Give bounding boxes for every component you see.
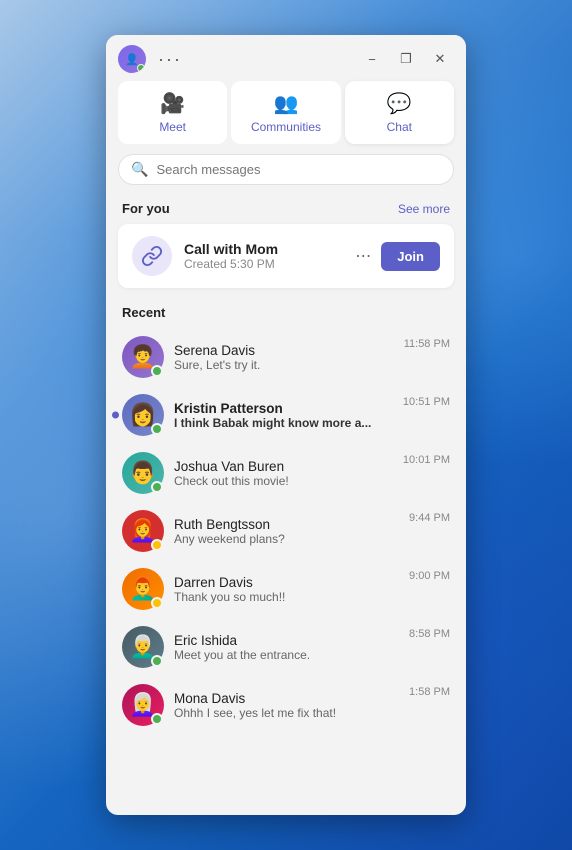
title-bar-controls: − ❐ ✕ — [358, 45, 454, 73]
contact-status-dot — [151, 655, 163, 667]
tab-chat-label: Chat — [387, 120, 412, 134]
chat-avatar-wrap: 👩‍🦳 — [122, 684, 164, 726]
call-link-icon — [132, 236, 172, 276]
chat-list-item[interactable]: 👩‍🦳 Mona Davis Ohhh I see, yes let me fi… — [106, 676, 466, 734]
chat-contact-name: Mona Davis — [174, 691, 399, 706]
chat-preview-text: Any weekend plans? — [174, 532, 399, 546]
chat-preview-text: Sure, Let's try it. — [174, 358, 394, 372]
chat-timestamp: 9:44 PM — [409, 512, 450, 524]
chat-icon: 💬 — [387, 91, 412, 116]
chat-avatar-wrap: 👩‍🦰 — [122, 510, 164, 552]
chat-list-item[interactable]: 👩‍🦰 Ruth Bengtsson Any weekend plans? 9:… — [106, 502, 466, 560]
chat-timestamp: 8:58 PM — [409, 628, 450, 640]
join-button[interactable]: Join — [381, 242, 440, 271]
chat-body: Serena Davis Sure, Let's try it. — [174, 343, 394, 372]
chat-list-item[interactable]: 👨‍🦰 Darren Davis Thank you so much!! 9:0… — [106, 560, 466, 618]
contact-status-dot — [151, 713, 163, 725]
chat-contact-name: Serena Davis — [174, 343, 394, 358]
chat-timestamp: 11:58 PM — [404, 338, 450, 350]
restore-button[interactable]: ❐ — [392, 45, 420, 73]
contact-status-dot — [151, 597, 163, 609]
chat-avatar-wrap: 🧑‍🦱 — [122, 336, 164, 378]
chat-body: Mona Davis Ohhh I see, yes let me fix th… — [174, 691, 399, 720]
chat-list-item[interactable]: 👨‍🦳 Eric Ishida Meet you at the entrance… — [106, 618, 466, 676]
chat-avatar-wrap: 👨‍🦰 — [122, 568, 164, 610]
recent-title: Recent — [122, 305, 165, 320]
call-created: Created 5:30 PM — [184, 257, 341, 271]
for-you-header: For you See more — [106, 197, 466, 224]
for-you-title: For you — [122, 201, 170, 216]
recent-header: Recent — [106, 300, 466, 328]
call-card[interactable]: Call with Mom Created 5:30 PM ⋯ Join — [118, 224, 454, 288]
call-title: Call with Mom — [184, 241, 341, 257]
search-bar: 🔍 — [118, 154, 454, 185]
chat-body: Eric Ishida Meet you at the entrance. — [174, 633, 399, 662]
chat-contact-name: Darren Davis — [174, 575, 399, 590]
chat-timestamp: 9:00 PM — [409, 570, 450, 582]
tab-communities[interactable]: 👥 Communities — [231, 81, 340, 144]
chat-preview-text: Check out this movie! — [174, 474, 393, 488]
chat-preview-text: Meet you at the entrance. — [174, 648, 399, 662]
user-status-dot — [137, 64, 145, 72]
chat-body: Darren Davis Thank you so much!! — [174, 575, 399, 604]
chat-preview-text: Ohhh I see, yes let me fix that! — [174, 706, 399, 720]
title-bar: 👤 ··· − ❐ ✕ — [106, 35, 466, 81]
contact-status-dot — [151, 365, 163, 377]
chat-list: 🧑‍🦱 Serena Davis Sure, Let's try it. 11:… — [106, 328, 466, 734]
content-area: For you See more Call with Mom Created 5… — [106, 197, 466, 815]
contact-status-dot — [151, 539, 163, 551]
chat-list-item[interactable]: 🧑‍🦱 Serena Davis Sure, Let's try it. 11:… — [106, 328, 466, 386]
chat-avatar-wrap: 👨‍🦳 — [122, 626, 164, 668]
app-window: 👤 ··· − ❐ ✕ 🎥 Meet 👥 Communities 💬 Chat … — [106, 35, 466, 815]
close-button[interactable]: ✕ — [426, 45, 454, 73]
tab-communities-label: Communities — [251, 120, 321, 134]
contact-status-dot — [151, 481, 163, 493]
chat-preview-text: Thank you so much!! — [174, 590, 399, 604]
contact-status-dot — [151, 423, 163, 435]
chat-timestamp: 10:01 PM — [403, 454, 450, 466]
chat-body: Kristin Patterson I think Babak might kn… — [174, 401, 393, 430]
title-bar-left: 👤 ··· — [118, 45, 186, 73]
user-avatar: 👤 — [118, 45, 146, 73]
call-actions: ⋯ Join — [353, 242, 440, 271]
meet-icon: 🎥 — [160, 91, 185, 116]
call-info: Call with Mom Created 5:30 PM — [184, 241, 341, 271]
communities-icon: 👥 — [274, 91, 299, 116]
search-input[interactable] — [156, 162, 441, 177]
more-options-button[interactable]: ··· — [154, 47, 186, 72]
chat-avatar-wrap: 👨 — [122, 452, 164, 494]
search-icon: 🔍 — [131, 161, 148, 178]
chat-timestamp: 1:58 PM — [409, 686, 450, 698]
chat-contact-name: Joshua Van Buren — [174, 459, 393, 474]
chat-list-item[interactable]: 👩 Kristin Patterson I think Babak might … — [106, 386, 466, 444]
tab-chat[interactable]: 💬 Chat — [345, 81, 454, 144]
chat-contact-name: Kristin Patterson — [174, 401, 393, 416]
chat-avatar-wrap: 👩 — [122, 394, 164, 436]
chat-contact-name: Eric Ishida — [174, 633, 399, 648]
chat-preview-text: I think Babak might know more a... — [174, 416, 393, 430]
nav-tabs: 🎥 Meet 👥 Communities 💬 Chat — [106, 81, 466, 154]
chat-list-item[interactable]: 👨 Joshua Van Buren Check out this movie!… — [106, 444, 466, 502]
tab-meet-label: Meet — [159, 120, 186, 134]
tab-meet[interactable]: 🎥 Meet — [118, 81, 227, 144]
chat-body: Ruth Bengtsson Any weekend plans? — [174, 517, 399, 546]
see-more-button[interactable]: See more — [398, 202, 450, 216]
unread-indicator — [112, 412, 119, 419]
minimize-button[interactable]: − — [358, 45, 386, 73]
chat-body: Joshua Van Buren Check out this movie! — [174, 459, 393, 488]
chat-contact-name: Ruth Bengtsson — [174, 517, 399, 532]
chat-timestamp: 10:51 PM — [403, 396, 450, 408]
call-more-button[interactable]: ⋯ — [353, 244, 373, 268]
